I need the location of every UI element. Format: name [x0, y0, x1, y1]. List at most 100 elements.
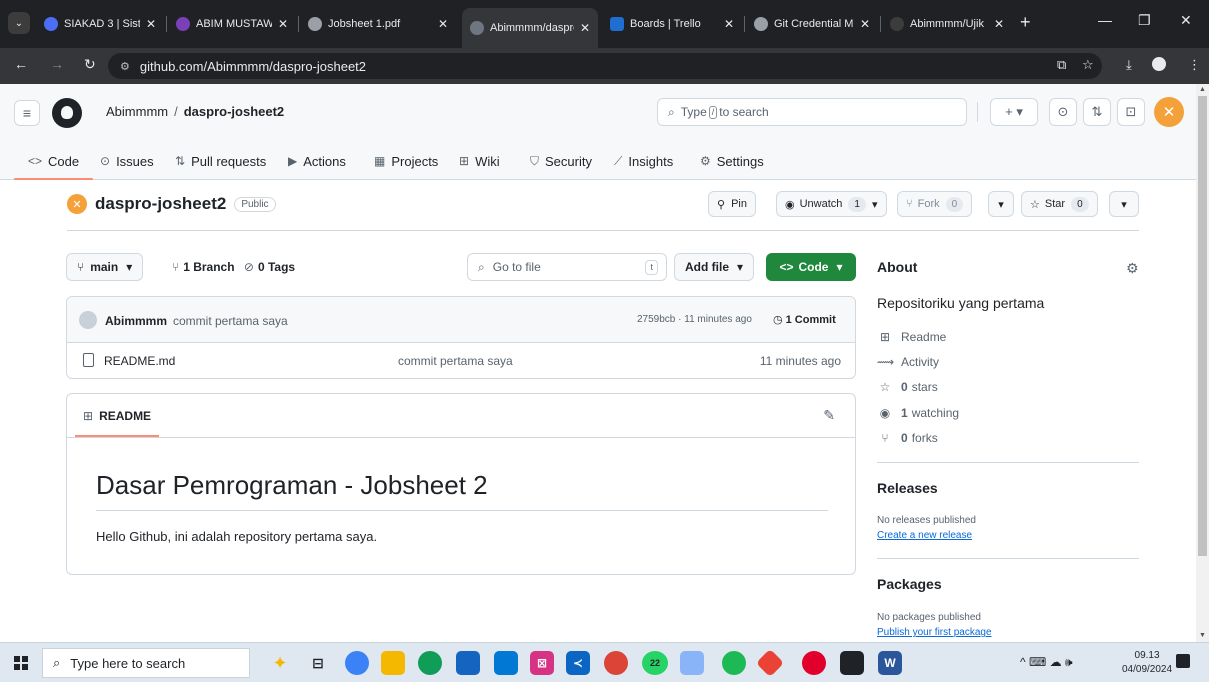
watching-link[interactable]: ◉ 1 watching [877, 406, 959, 420]
scroll-up-icon[interactable]: ▲ [1199, 86, 1206, 93]
tab-security[interactable]: ⛉ Security [530, 142, 592, 180]
tab-code[interactable]: <> Code [13, 142, 94, 180]
tab-projects[interactable]: ▦ Projects [374, 142, 438, 180]
vscode-icon[interactable]: ≺ [566, 651, 590, 675]
commit-message-link[interactable]: commit pertama saya [173, 314, 288, 328]
chrome-icon[interactable] [604, 651, 628, 675]
owner-link[interactable]: Abimmmm [106, 104, 168, 119]
browser-tab[interactable]: Boards | Trello ✕ [602, 8, 742, 40]
tab-close-icon[interactable]: ✕ [994, 17, 1004, 31]
repo-link[interactable]: daspro-josheet2 [184, 104, 284, 119]
tab-issues[interactable]: ⊙ Issues [100, 142, 154, 180]
gear-icon[interactable]: ⚙ [1126, 260, 1139, 277]
spotify-icon[interactable] [722, 651, 746, 675]
cast-icon[interactable]: ⧉ [1057, 57, 1066, 73]
repo-name-link[interactable]: daspro-josheet2 [95, 194, 226, 214]
close-window-icon[interactable]: ✕ [1180, 12, 1192, 29]
global-search-input[interactable]: ⌕ Type / to search [657, 98, 967, 126]
browser-tab[interactable]: Jobsheet 1.pdf ✕ [300, 8, 456, 40]
whatsapp-icon[interactable]: 22 [642, 651, 668, 675]
tab-actions[interactable]: ▶ Actions [288, 142, 346, 180]
file-commit-message-link[interactable]: commit pertama saya [398, 354, 513, 368]
tab-close-icon[interactable]: ✕ [278, 17, 288, 31]
file-name-link[interactable]: README.md [104, 354, 175, 368]
reload-icon[interactable]: ↻ [84, 56, 96, 73]
user-avatar[interactable]: ✕ [1154, 97, 1184, 127]
publish-package-link[interactable]: Publish your first package [877, 627, 992, 638]
tab-pull-requests[interactable]: ⇅ Pull requests [175, 142, 266, 180]
issues-icon[interactable]: ⊙ [1049, 98, 1077, 126]
copilot-sparkle-icon[interactable]: ✦ [262, 651, 298, 675]
stars-link[interactable]: ☆ 0 stars [877, 380, 938, 394]
url-bar[interactable]: ⚙ github.com/Abimmmm/daspro-josheet2 [108, 53, 1102, 79]
back-arrow-icon[interactable]: ← [14, 56, 28, 72]
tags-link[interactable]: 0 Tags [258, 260, 295, 274]
create-release-link[interactable]: Create a new release [877, 530, 972, 541]
profile-icon[interactable] [1152, 57, 1166, 71]
star-button[interactable]: ☆ Star 0 [1021, 191, 1098, 217]
tab-close-icon[interactable]: ✕ [724, 17, 734, 31]
xampp-icon[interactable]: ⊠ [530, 651, 554, 675]
copilot-app-icon[interactable] [345, 651, 369, 675]
photos-icon[interactable] [680, 651, 704, 675]
commit-author-link[interactable]: Abimmmm [105, 314, 167, 328]
browser-tab[interactable]: Git Credential M ✕ [746, 8, 878, 40]
mail-icon[interactable] [494, 651, 518, 675]
terminal-icon[interactable] [840, 651, 864, 675]
minimize-icon[interactable]: — [1098, 12, 1112, 28]
inbox-icon[interactable]: ⊡ [1117, 98, 1145, 126]
commits-link[interactable]: ◷ 1 Commit [773, 313, 836, 326]
browser-tab[interactable]: ABIM MUSTAWA ✕ [168, 8, 296, 40]
star-dropdown-button[interactable]: ▾ [1109, 191, 1139, 217]
bookmark-star-icon[interactable]: ☆ [1082, 57, 1094, 73]
scroll-down-icon[interactable]: ▼ [1199, 632, 1206, 639]
download-icon[interactable]: ⤓ [1126, 57, 1132, 73]
pinwheel-app-icon[interactable] [755, 648, 785, 678]
scrollbar-thumb[interactable] [1198, 96, 1207, 556]
store-icon[interactable] [456, 651, 480, 675]
system-tray-icons[interactable]: ^ ⌨ ☁ 🕪 [1020, 655, 1073, 670]
file-explorer-icon[interactable] [381, 651, 405, 675]
notification-icon[interactable] [1176, 654, 1190, 668]
packages-heading[interactable]: Packages [877, 576, 942, 592]
tab-close-icon[interactable]: ✕ [146, 17, 156, 31]
browser-tab-active[interactable]: Abimmmm/daspro ✕ [462, 8, 598, 48]
activity-link[interactable]: ⟿ Activity [877, 355, 939, 369]
hamburger-menu-icon[interactable]: ≡ [14, 100, 40, 126]
edit-pencil-icon[interactable]: ✎ [823, 407, 835, 424]
commit-author-avatar[interactable] [79, 311, 97, 329]
commit-hash-time[interactable]: 2759bcb · 11 minutes ago [637, 314, 752, 325]
go-to-file-input[interactable]: ⌕ Go to file t [467, 253, 667, 281]
restore-icon[interactable]: ❐ [1138, 12, 1151, 29]
branch-select-button[interactable]: ⑂ main ▾ [66, 253, 144, 281]
forward-arrow-icon[interactable]: → [50, 56, 64, 72]
edge-browser-icon[interactable] [418, 651, 442, 675]
tab-settings[interactable]: ⚙ Settings [700, 142, 764, 180]
pull-requests-icon[interactable]: ⇅ [1083, 98, 1111, 126]
readme-link[interactable]: ⊞ Readme [877, 330, 946, 344]
create-new-button[interactable]: + ▾ [990, 98, 1038, 126]
task-view-icon[interactable]: ⊟ [306, 651, 330, 675]
word-icon[interactable]: W [878, 651, 902, 675]
unwatch-button[interactable]: ◉ Unwatch 1 ▾ [776, 191, 887, 217]
code-button[interactable]: <> Code ▾ [766, 253, 856, 281]
tab-close-icon[interactable]: ✕ [860, 17, 870, 31]
browser-tab[interactable]: Abimmmm/Ujik ✕ [882, 8, 1012, 40]
tab-close-icon[interactable]: ✕ [438, 17, 448, 31]
tab-search-icon[interactable]: ⌄ [8, 12, 30, 34]
site-info-icon[interactable]: ⚙ [120, 60, 130, 73]
fork-button[interactable]: ⑂ Fork 0 [897, 191, 973, 217]
menu-dots-icon[interactable]: ⋮ [1188, 57, 1201, 73]
github-logo-icon[interactable] [52, 98, 82, 128]
taskbar-clock[interactable]: 09.13 04/09/2024 [1122, 649, 1172, 677]
tab-close-icon[interactable]: ✕ [580, 21, 590, 35]
taskbar-search-input[interactable]: ⌕ Type here to search [42, 648, 250, 678]
browser-tab[interactable]: SIAKAD 3 | Sistem ✕ [36, 8, 164, 40]
tab-wiki[interactable]: ⊞ Wiki [459, 142, 500, 180]
tab-insights[interactable]: ⟋ Insights [614, 142, 673, 180]
add-file-button[interactable]: Add file ▾ [674, 253, 755, 281]
pin-button[interactable]: ⚲ Pin [708, 191, 756, 217]
readme-tab[interactable]: ⊞ README [75, 394, 160, 437]
forks-link[interactable]: ⑂ 0 forks [877, 431, 937, 445]
opera-icon[interactable] [802, 651, 826, 675]
